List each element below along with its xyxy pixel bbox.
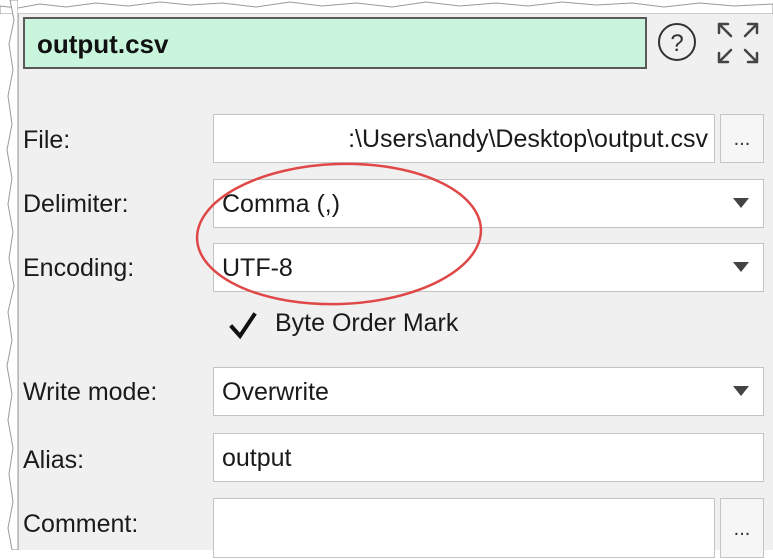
expand-arrows-icon[interactable] bbox=[713, 18, 763, 68]
byte-order-mark-label: Byte Order Mark bbox=[275, 309, 459, 337]
write-mode-value: Overwrite bbox=[222, 378, 329, 406]
chevron-down-icon bbox=[733, 386, 749, 396]
alias-input[interactable]: output bbox=[213, 433, 764, 482]
torn-edge-left bbox=[6, 0, 18, 550]
file-path-input[interactable]: :\Users\andy\Desktop\output.csv bbox=[213, 114, 715, 163]
svg-text:?: ? bbox=[670, 30, 683, 57]
write-mode-label: Write mode: bbox=[23, 378, 158, 406]
comment-label: Comment: bbox=[23, 510, 139, 538]
file-path-value: :\Users\andy\Desktop\output.csv bbox=[348, 125, 708, 153]
encoding-dropdown[interactable]: UTF-8 bbox=[213, 243, 764, 292]
delimiter-value: Comma (,) bbox=[222, 190, 341, 218]
encoding-value: UTF-8 bbox=[222, 254, 293, 282]
chevron-down-icon bbox=[733, 198, 749, 208]
output-properties-panel: output.csv ? File: :\Users\andy\Desktop\… bbox=[18, 14, 773, 558]
encoding-label: Encoding: bbox=[23, 254, 135, 282]
write-mode-dropdown[interactable]: Overwrite bbox=[213, 367, 764, 416]
panel-title: output.csv bbox=[37, 29, 169, 59]
file-label: File: bbox=[23, 126, 71, 154]
checkmark-icon bbox=[229, 312, 257, 340]
delimiter-label: Delimiter: bbox=[23, 190, 129, 218]
delimiter-dropdown[interactable]: Comma (,) bbox=[213, 179, 764, 228]
help-circle-icon[interactable]: ? bbox=[655, 20, 699, 64]
alias-value: output bbox=[222, 444, 292, 472]
torn-edge-top bbox=[0, 1, 773, 14]
alias-label: Alias: bbox=[23, 446, 85, 474]
file-browse-button[interactable]: ... bbox=[720, 114, 764, 163]
chevron-down-icon bbox=[733, 262, 749, 272]
comment-browse-button[interactable]: ... bbox=[720, 498, 764, 558]
title-bar: output.csv bbox=[23, 17, 647, 69]
comment-input[interactable] bbox=[213, 498, 715, 558]
